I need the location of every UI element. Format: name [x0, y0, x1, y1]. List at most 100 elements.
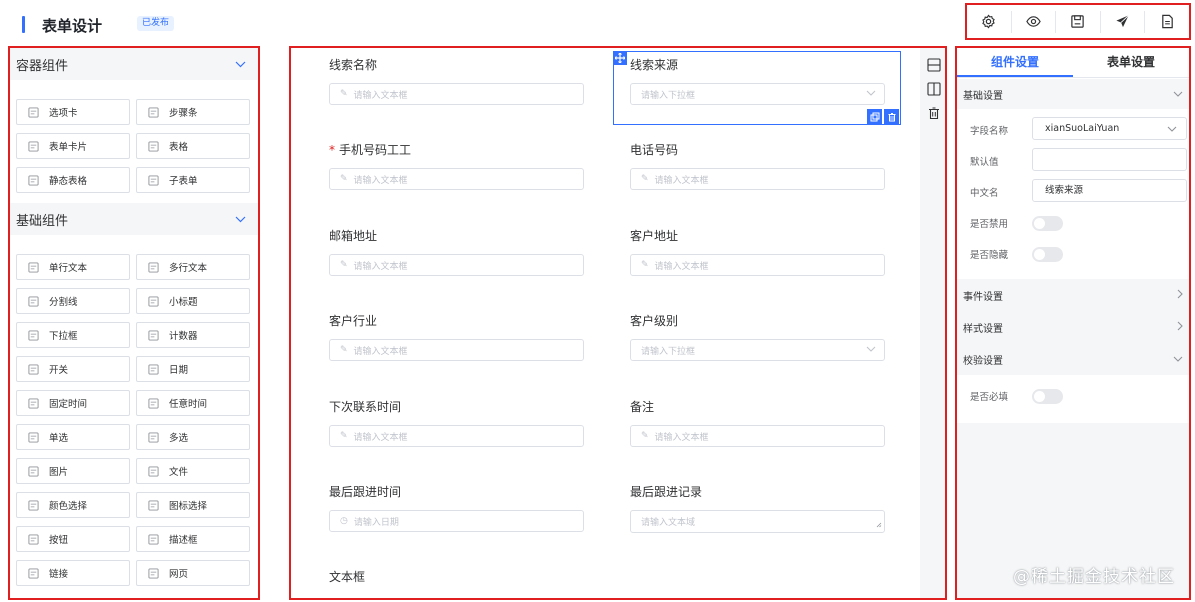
text-field[interactable]: ✎ 请输入文本框	[329, 83, 584, 105]
palette-item[interactable]: 选项卡	[16, 99, 130, 125]
select-field[interactable]: 请输入下拉框	[630, 83, 885, 105]
text-field[interactable]: ✎ 请输入文本框	[630, 168, 885, 190]
palette-item-label: 链接	[49, 569, 69, 580]
basic-settings-header[interactable]: 基础设置	[957, 79, 1189, 109]
column-layout-icon[interactable]	[925, 80, 943, 98]
palette-item-label: 表格	[169, 142, 189, 153]
field-label: 备注	[630, 398, 920, 416]
palette-item[interactable]: 步骤条	[136, 99, 250, 125]
default-value-input[interactable]	[1032, 148, 1187, 171]
field-name-select[interactable]: xianSuoLaiYuan	[1032, 117, 1187, 140]
field-label: 邮箱地址	[329, 227, 619, 245]
edit-icon: ✎	[340, 174, 348, 184]
field-placeholder: 请输入日期	[353, 517, 399, 528]
chevron-down-icon	[866, 345, 876, 355]
cn-name-input[interactable]: 线索来源	[1032, 179, 1187, 202]
textarea-field[interactable]: 请输入文本域	[630, 510, 885, 533]
copy-field-icon[interactable]	[867, 109, 882, 124]
event-settings-header[interactable]: 事件设置	[957, 279, 1189, 311]
field-placeholder: 请输入文本框	[654, 432, 709, 443]
date-field[interactable]: ◷ 请输入日期	[329, 510, 584, 532]
edit-icon: ✎	[641, 260, 649, 270]
basic-components-title: 基础组件	[16, 213, 69, 229]
document-icon	[1161, 14, 1173, 29]
resize-handle-icon[interactable]	[876, 521, 882, 531]
tab-form-settings[interactable]: 表单设置	[1073, 48, 1189, 77]
palette-item[interactable]: 链接	[16, 560, 130, 586]
palette-item[interactable]: 网页	[136, 560, 250, 586]
component-icon	[147, 174, 159, 186]
field-label-text: 最后跟进记录	[630, 485, 703, 499]
palette-item[interactable]: 多选	[136, 424, 250, 450]
disabled-toggle[interactable]	[1032, 216, 1063, 231]
save-button[interactable]	[1056, 10, 1101, 33]
chevron-down-icon	[235, 57, 246, 72]
preview-button[interactable]	[1012, 10, 1057, 33]
text-field[interactable]: ✎ 请输入文本框	[329, 425, 584, 447]
cn-name-label: 中文名	[970, 188, 999, 199]
container-components-header[interactable]: 容器组件	[10, 48, 258, 80]
palette-item-label: 文件	[169, 467, 189, 478]
edit-icon: ✎	[641, 174, 649, 184]
settings-panel: 组件设置 表单设置 基础设置 字段名称 xianSuoLaiYuan 默认值 中…	[955, 46, 1191, 600]
palette-item[interactable]: 日期	[136, 356, 250, 382]
text-field[interactable]: ✎ 请输入文本框	[630, 254, 885, 276]
tab-component-settings[interactable]: 组件设置	[957, 48, 1073, 77]
select-field[interactable]: 请输入下拉框	[630, 339, 885, 361]
palette-item[interactable]: 表单卡片	[16, 133, 130, 159]
component-icon	[27, 295, 39, 307]
field-label-text: 客户行业	[329, 314, 378, 328]
component-icon	[147, 261, 159, 273]
chevron-down-icon	[1173, 89, 1183, 100]
text-field[interactable]: ✎ 请输入文本框	[329, 168, 584, 190]
field-label-text: 客户地址	[630, 229, 679, 243]
palette-item[interactable]: 分割线	[16, 288, 130, 314]
palette-item[interactable]: 开关	[16, 356, 130, 382]
palette-item[interactable]: 小标题	[136, 288, 250, 314]
palette-item[interactable]: 描述框	[136, 526, 250, 552]
settings-button[interactable]	[967, 10, 1012, 33]
palette-item[interactable]: 图片	[16, 458, 130, 484]
palette-item[interactable]: 按钮	[16, 526, 130, 552]
component-icon	[27, 261, 39, 273]
palette-item[interactable]: 文件	[136, 458, 250, 484]
basic-components-header[interactable]: 基础组件	[10, 203, 258, 235]
trash-icon[interactable]	[925, 104, 943, 122]
text-field[interactable]: ✎ 请输入文本框	[329, 254, 584, 276]
container-components-title: 容器组件	[16, 58, 69, 74]
field-placeholder: 请输入文本域	[641, 518, 696, 528]
component-icon	[27, 329, 39, 341]
field-label: 客户行业	[329, 312, 619, 330]
palette-item[interactable]: 颜色选择	[16, 492, 130, 518]
palette-item[interactable]: 表格	[136, 133, 250, 159]
form-canvas: 线索名称 ✎ 请输入文本框 线索来源 请输入下拉框 * 手机号码工工 ✎ 请输入文本框 电话号码 ✎…	[291, 48, 920, 598]
component-icon	[27, 363, 39, 375]
palette-item[interactable]: 任意时间	[136, 390, 250, 416]
delete-field-icon[interactable]	[884, 109, 899, 124]
palette-item[interactable]: 静态表格	[16, 167, 130, 193]
palette-item[interactable]: 单选	[16, 424, 130, 450]
export-button[interactable]	[1145, 11, 1189, 33]
palette-item[interactable]: 计数器	[136, 322, 250, 348]
style-settings-header[interactable]: 样式设置	[957, 311, 1189, 343]
component-palette: 容器组件 选项卡 步骤条 表单卡片 表格静态表格 子表单 基础组件 单行文本 多行文本 分割…	[8, 46, 260, 600]
palette-item[interactable]: 图标选择	[136, 492, 250, 518]
publish-button[interactable]	[1101, 10, 1146, 33]
row-layout-icon[interactable]	[925, 56, 943, 74]
palette-item[interactable]: 单行文本	[16, 254, 130, 280]
field-placeholder: 请输入文本框	[353, 432, 408, 443]
field-label: 客户地址	[630, 227, 920, 245]
palette-item[interactable]: 下拉框	[16, 322, 130, 348]
palette-item[interactable]: 多行文本	[136, 254, 250, 280]
text-field[interactable]: ✎ 请输入文本框	[329, 339, 584, 361]
hidden-toggle[interactable]	[1032, 247, 1063, 262]
component-icon	[27, 533, 39, 545]
palette-item-label: 计数器	[169, 331, 198, 342]
required-toggle[interactable]	[1032, 389, 1063, 404]
palette-item[interactable]: 固定时间	[16, 390, 130, 416]
validation-settings-header[interactable]: 校验设置	[957, 343, 1189, 375]
palette-item[interactable]: 子表单	[136, 167, 250, 193]
text-field[interactable]: ✎ 请输入文本框	[630, 425, 885, 447]
field-label-text: 下次联系时间	[329, 400, 402, 414]
validation-settings-title: 校验设置	[963, 355, 1003, 367]
